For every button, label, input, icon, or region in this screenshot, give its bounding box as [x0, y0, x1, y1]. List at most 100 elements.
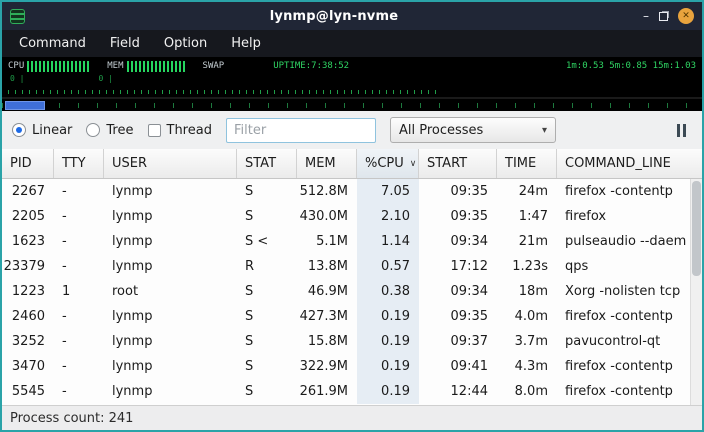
- controls-bar: Linear Tree Thread All Processes ▾: [2, 111, 702, 149]
- col-time[interactable]: TIME: [497, 149, 557, 178]
- cell-user: lynmp: [104, 379, 237, 404]
- process-count-text: Process count: 241: [10, 411, 133, 426]
- cell-cpu: 0.19: [357, 354, 419, 379]
- menu-help[interactable]: Help: [220, 32, 272, 55]
- cell-cpu: 2.10: [357, 204, 419, 229]
- thread-checkbox[interactable]: Thread: [148, 123, 212, 138]
- col-user[interactable]: USER: [104, 149, 237, 178]
- cpu-meter: [27, 61, 89, 72]
- cell-mem: 430.0M: [297, 204, 357, 229]
- col-pid[interactable]: PID: [2, 149, 54, 178]
- menu-command[interactable]: Command: [8, 32, 97, 55]
- vertical-scrollbar[interactable]: [690, 179, 702, 405]
- cell-pid: 5545: [2, 379, 54, 404]
- cell-cmd: firefox -contentp: [557, 304, 702, 329]
- col-tty[interactable]: TTY: [54, 149, 104, 178]
- cell-time: 1:47: [497, 204, 557, 229]
- window-title: lynmp@lyn-nvme: [25, 9, 643, 24]
- filter-input[interactable]: [226, 118, 376, 143]
- cell-start: 09:41: [419, 354, 497, 379]
- load-average-text: 1m:0.53 5m:0.85 15m:1.03: [566, 61, 696, 71]
- menu-option[interactable]: Option: [153, 32, 218, 55]
- cell-cpu: 0.38: [357, 279, 419, 304]
- cell-time: 21m: [497, 229, 557, 254]
- table-body: 2267 - lynmp S 512.8M 7.05 09:35 24m fir…: [2, 179, 702, 405]
- cell-stat: R: [237, 254, 297, 279]
- col-mem[interactable]: MEM: [297, 149, 357, 178]
- thread-label: Thread: [167, 123, 212, 138]
- tree-label: Tree: [106, 123, 133, 138]
- minimize-button[interactable]: –: [643, 8, 649, 24]
- titlebar[interactable]: lynmp@lyn-nvme – ✕: [2, 2, 702, 30]
- cell-start: 09:35: [419, 304, 497, 329]
- pause-icon: [683, 124, 686, 137]
- cell-pid: 3470: [2, 354, 54, 379]
- cell-cmd: firefox -contentp: [557, 379, 702, 404]
- cell-stat: S: [237, 304, 297, 329]
- cell-user: lynmp: [104, 254, 237, 279]
- cell-start: 09:35: [419, 204, 497, 229]
- scrollbar-thumb[interactable]: [692, 181, 701, 276]
- process-filter-value: All Processes: [399, 123, 483, 138]
- cell-tty: -: [54, 254, 104, 279]
- table-row[interactable]: 5545 - lynmp S 261.9M 0.19 12:44 8.0m fi…: [2, 379, 702, 404]
- table-row[interactable]: 1623 - lynmp S < 5.1M 1.14 09:34 21m pul…: [2, 229, 702, 254]
- col-cpu[interactable]: %CPU ∨: [357, 149, 419, 178]
- table-row[interactable]: 3252 - lynmp S 15.8M 0.19 09:37 3.7m pav…: [2, 329, 702, 354]
- menubar: Command Field Option Help: [2, 30, 702, 57]
- cell-mem: 322.9M: [297, 354, 357, 379]
- col-start[interactable]: START: [419, 149, 497, 178]
- table-row[interactable]: 3470 - lynmp S 322.9M 0.19 09:41 4.3m fi…: [2, 354, 702, 379]
- table-row[interactable]: 23379 - lynmp R 13.8M 0.57 17:12 1.23s q…: [2, 254, 702, 279]
- cell-mem: 427.3M: [297, 304, 357, 329]
- cell-cpu: 0.19: [357, 329, 419, 354]
- cell-user: lynmp: [104, 329, 237, 354]
- close-button[interactable]: ✕: [678, 8, 694, 24]
- linear-radio[interactable]: Linear: [12, 123, 72, 138]
- process-filter-select[interactable]: All Processes ▾: [390, 117, 556, 143]
- tree-radio[interactable]: Tree: [86, 123, 133, 138]
- graph-strip: [2, 97, 702, 111]
- col-stat[interactable]: STAT: [237, 149, 297, 178]
- cell-start: 09:34: [419, 279, 497, 304]
- pause-button[interactable]: [671, 120, 692, 141]
- cell-tty: -: [54, 354, 104, 379]
- cell-time: 8.0m: [497, 379, 557, 404]
- cell-start: 09:35: [419, 179, 497, 204]
- cell-time: 1.23s: [497, 254, 557, 279]
- cell-user: lynmp: [104, 204, 237, 229]
- col-command-line[interactable]: COMMAND_LINE: [557, 149, 702, 178]
- pause-icon: [677, 124, 680, 137]
- swap-label: SWAP: [203, 61, 225, 71]
- uptime-text: UPTIME:7:38:52: [273, 61, 349, 71]
- cell-start: 12:44: [419, 379, 497, 404]
- cell-stat: S <: [237, 229, 297, 254]
- app-window: lynmp@lyn-nvme – ✕ Command Field Option …: [0, 0, 704, 432]
- cell-time: 3.7m: [497, 329, 557, 354]
- col-cpu-label: %CPU: [365, 156, 404, 171]
- cell-stat: S: [237, 379, 297, 404]
- cell-pid: 1623: [2, 229, 54, 254]
- chevron-down-icon: ▾: [542, 125, 547, 136]
- cell-user: lynmp: [104, 304, 237, 329]
- table-row[interactable]: 2267 - lynmp S 512.8M 7.05 09:35 24m fir…: [2, 179, 702, 204]
- cell-stat: S: [237, 204, 297, 229]
- mem-label: MEM: [107, 61, 123, 71]
- cell-cpu: 0.57: [357, 254, 419, 279]
- table-row[interactable]: 2460 - lynmp S 427.3M 0.19 09:35 4.0m fi…: [2, 304, 702, 329]
- table-row[interactable]: 1223 1 root S 46.9M 0.38 09:34 18m Xorg …: [2, 279, 702, 304]
- menu-field[interactable]: Field: [99, 32, 151, 55]
- cell-user: root: [104, 279, 237, 304]
- restore-button[interactable]: [659, 12, 668, 21]
- table-row[interactable]: 2205 - lynmp S 430.0M 2.10 09:35 1:47 fi…: [2, 204, 702, 229]
- cell-tty: -: [54, 179, 104, 204]
- cell-start: 09:34: [419, 229, 497, 254]
- cell-cpu: 0.19: [357, 304, 419, 329]
- cell-stat: S: [237, 279, 297, 304]
- cell-pid: 1223: [2, 279, 54, 304]
- radio-unselected-icon: [86, 123, 100, 137]
- cell-mem: 512.8M: [297, 179, 357, 204]
- process-table: PID TTY USER STAT MEM %CPU ∨ START TIME …: [2, 149, 702, 405]
- cell-cmd: Xorg -nolisten tcp: [557, 279, 702, 304]
- graph-selection: [5, 101, 45, 110]
